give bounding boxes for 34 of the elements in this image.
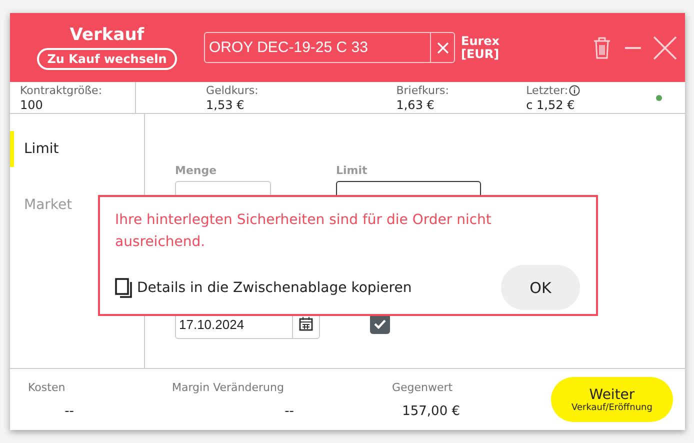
status-dot (656, 94, 662, 100)
ok-button[interactable]: OK (501, 265, 580, 310)
copy-icon[interactable] (115, 278, 133, 298)
summary-value: 157,00 € (401, 404, 460, 418)
field-label: Limit (336, 164, 368, 177)
info-value: c 1,52 € (526, 98, 576, 112)
info-label: Letzter: (526, 84, 568, 98)
summary-label: Margin Veränderung (172, 380, 285, 394)
switch-button[interactable]: Zu Kauf wechseln (37, 48, 177, 70)
exchange-label: Eurex (461, 34, 500, 48)
trash-icon[interactable] (591, 36, 613, 60)
currency-label: [EUR] (461, 48, 500, 60)
field-label: Menge (175, 164, 218, 177)
error-message: Ihre hinterlegten Sicherheiten sind für die Order nicht ausreichend. (115, 211, 492, 252)
minimize-icon[interactable] (625, 46, 641, 50)
info-icon[interactable] (569, 85, 580, 96)
order-title: Verkauf (70, 25, 144, 45)
next-button[interactable]: Weiter Verkauf/Eröffnung (551, 377, 673, 422)
info-value: 100 (20, 98, 44, 112)
summary-label: Gegenwert (392, 380, 454, 394)
info-label: Briefkurs: (396, 84, 449, 98)
summary-value: -- (64, 404, 74, 418)
summary-label: Kosten (28, 380, 66, 394)
copy-link[interactable]: Details in die Zwischenablage kopieren (137, 280, 412, 296)
summary-value: -- (284, 404, 294, 418)
checkbox[interactable] (370, 314, 390, 334)
check-icon (374, 319, 386, 329)
info-label: Kontraktgröße: (20, 84, 102, 98)
info-value: 1,53 € (206, 98, 246, 112)
info-value: 1,63 € (396, 98, 436, 112)
info-label: Geldkurs: (206, 84, 258, 98)
close-icon[interactable] (653, 36, 677, 60)
instrument-field[interactable]: OROY DEC-19-25 C 33 (204, 32, 455, 63)
order-type-tab[interactable]: Limit (10, 131, 144, 167)
